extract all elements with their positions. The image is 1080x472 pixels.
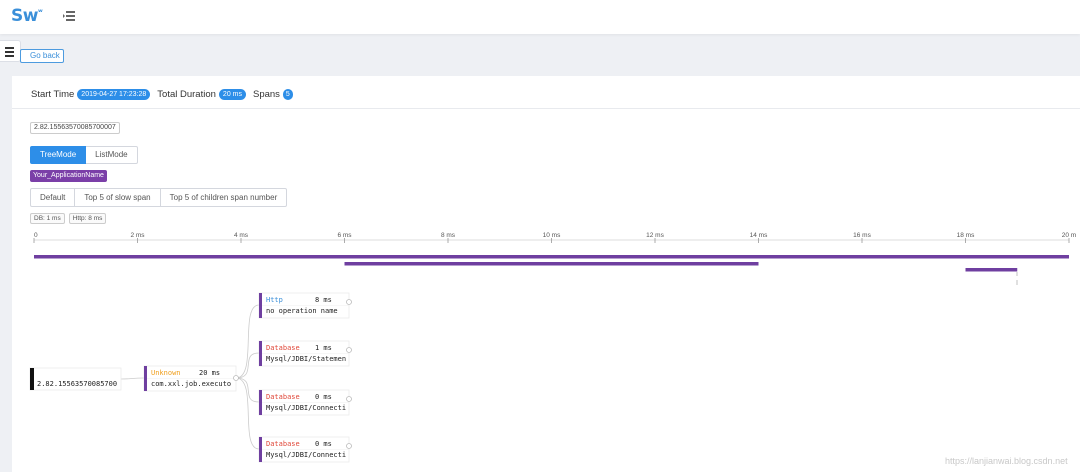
- node-duration: 0 ms: [315, 440, 332, 448]
- axis-tick-label: 14 ms: [750, 232, 768, 239]
- tree-link: [120, 377, 145, 380]
- node-accent: [259, 293, 262, 318]
- tree-root-node[interactable]: 2.82.15563570085700: [29, 367, 122, 391]
- watermark-text: https://lanjianwai.blog.csdn.net: [945, 456, 1068, 466]
- axis-tick-label: 10 ms: [543, 232, 561, 239]
- tree-child-node[interactable]: Database 1 ms Mysql/JDBI/Statemen: [258, 340, 350, 367]
- node-expander[interactable]: [346, 396, 352, 402]
- tree-link: [235, 304, 260, 379]
- axis-tick-label: 4 ms: [234, 232, 249, 239]
- node-type: Database: [266, 344, 300, 352]
- timeline-bars: [34, 255, 1069, 285]
- tree-entry-node[interactable]: Unknown 20 ms com.xxl.job.executo: [143, 365, 237, 392]
- node-accent: [30, 368, 34, 390]
- axis-tick-label: 0: [34, 232, 38, 239]
- node-type: Database: [266, 440, 300, 448]
- span-bar[interactable]: [965, 268, 1018, 272]
- node-duration: 8 ms: [315, 296, 332, 304]
- timeline-axis: 0 2 ms 4 ms 6 ms 8 ms 10 ms 12 ms 14 ms 16 ms 18 …: [33, 232, 1076, 243]
- node-expander[interactable]: [233, 375, 239, 381]
- node-accent: [259, 341, 262, 366]
- axis-tick-label: 6 ms: [337, 232, 352, 239]
- node-accent: [259, 390, 262, 415]
- node-expander[interactable]: [346, 299, 352, 305]
- node-duration: 1 ms: [315, 344, 332, 352]
- node-name: Mysql/JDBI/Connecti: [266, 451, 346, 459]
- axis-tick-label: 20 m: [1062, 232, 1076, 239]
- node-name: com.xxl.job.executo: [151, 380, 231, 388]
- tree-child-node[interactable]: Database 0 ms Mysql/JDBI/Connecti: [258, 436, 350, 463]
- axis-tick-label: 2 ms: [130, 232, 145, 239]
- root-node-label: 2.82.15563570085700: [37, 380, 117, 388]
- span-bar[interactable]: [344, 262, 759, 266]
- axis-tick-label: 8 ms: [441, 232, 456, 239]
- node-name: Mysql/JDBI/Statemen: [266, 355, 346, 363]
- tree-child-node[interactable]: Http 8 ms no operation name: [258, 292, 350, 319]
- node-duration: 20 ms: [199, 369, 220, 377]
- axis-tick-label: 16 ms: [853, 232, 871, 239]
- node-duration: 0 ms: [315, 393, 332, 401]
- node-accent: [259, 437, 262, 462]
- axis-tick-label: 12 ms: [646, 232, 664, 239]
- node-name: Mysql/JDBI/Connecti: [266, 404, 346, 412]
- tree-nodes: 2.82.15563570085700 Unknown 20 ms com.xxl.j…: [29, 292, 352, 463]
- node-type: Database: [266, 393, 300, 401]
- node-expander[interactable]: [346, 443, 352, 449]
- span-bar[interactable]: [34, 255, 1069, 259]
- node-accent: [144, 366, 147, 391]
- node-type: Http: [266, 296, 283, 304]
- tree-child-node[interactable]: Database 0 ms Mysql/JDBI/Connecti: [258, 389, 350, 416]
- node-expander[interactable]: [346, 347, 352, 353]
- node-name: no operation name: [266, 307, 338, 315]
- trace-visualization: 0 2 ms 4 ms 6 ms 8 ms 10 ms 12 ms 14 ms 16 ms 18 …: [29, 232, 1076, 463]
- axis-tick-label: 18 ms: [957, 232, 975, 239]
- tree-link: [235, 377, 260, 450]
- node-type: Unknown: [151, 369, 181, 377]
